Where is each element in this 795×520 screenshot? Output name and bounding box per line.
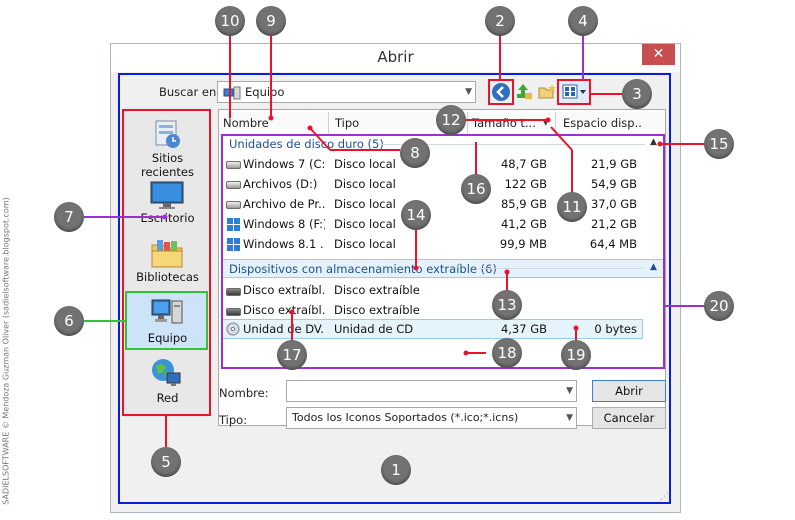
callout-badge-5: 5: [151, 447, 181, 477]
callout-badge-6: 6: [54, 306, 84, 336]
callout-badge-11: 11: [557, 192, 587, 222]
callout-badge-14: 14: [401, 200, 431, 230]
callout-badge-13: 13: [492, 290, 522, 320]
callout-badge-9: 9: [256, 6, 286, 36]
callout-dot: [463, 350, 469, 356]
callout-dot: [545, 117, 551, 123]
callout-dot: [307, 125, 313, 131]
callout-badge-3: 3: [622, 79, 652, 109]
callout-dot: [413, 265, 419, 271]
callout-badge-16: 16: [461, 174, 491, 204]
callout-badge-7: 7: [54, 202, 84, 232]
callout-badge-15: 15: [704, 129, 734, 159]
callout-badge-18: 18: [492, 338, 522, 368]
callout-dot: [504, 269, 510, 275]
callout-badge-19: 19: [561, 340, 591, 370]
callout-badge-20: 20: [704, 291, 734, 321]
callout-dot: [268, 115, 274, 121]
callout-dot: [289, 309, 295, 315]
callout-lines: [84, 34, 704, 447]
callout-dot: [657, 141, 663, 147]
callout-badge-12: 12: [436, 105, 466, 135]
callout-badge-17: 17: [277, 340, 307, 370]
callout-line-11b: [550, 126, 573, 151]
callout-dot: [573, 325, 579, 331]
callout-badge-1: 1: [381, 455, 411, 485]
callout-badge-8: 8: [400, 138, 430, 168]
callout-badge-10: 10: [215, 6, 245, 36]
callout-line-8a: [309, 127, 331, 151]
callout-badge-2: 2: [485, 6, 515, 36]
callout-dot: [162, 214, 168, 220]
callout-badge-4: 4: [568, 6, 598, 36]
